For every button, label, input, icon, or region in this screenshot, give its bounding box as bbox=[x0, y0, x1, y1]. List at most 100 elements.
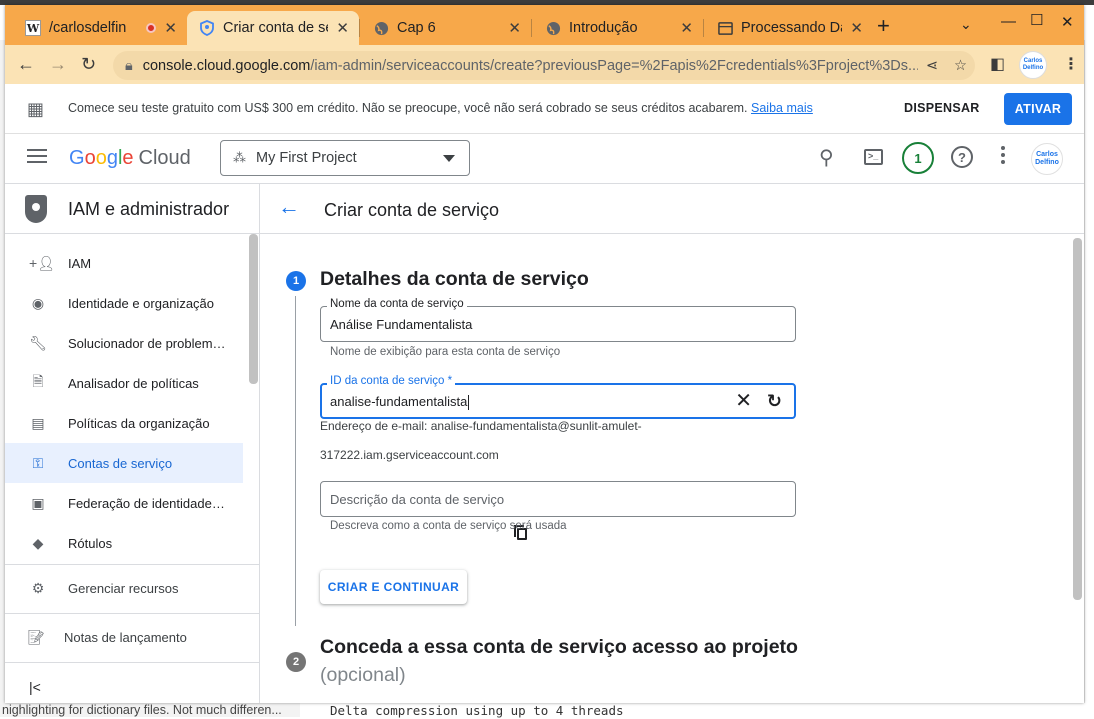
address-host: console.cloud.google.com bbox=[142, 57, 311, 74]
share-icon[interactable]: ⋖ bbox=[926, 58, 938, 74]
activate-button[interactable]: ATIVAR bbox=[1004, 93, 1072, 125]
service-account-name-field[interactable]: Nome da conta de serviço Análise Fundame… bbox=[320, 298, 796, 342]
sidebar-item-iam[interactable]: +👤︎ IAM bbox=[5, 243, 243, 283]
federation-icon: ▣ bbox=[31, 494, 45, 511]
recording-dot-icon bbox=[146, 23, 157, 33]
window-close-icon[interactable]: ✕ bbox=[1061, 13, 1074, 31]
side-panel-icon[interactable]: ◧ bbox=[990, 54, 1005, 74]
main-content: ← Criar conta de serviço 1 Detalhes da c… bbox=[260, 183, 1084, 703]
main-header: ← Criar conta de serviço bbox=[260, 184, 1084, 234]
tab-introducao[interactable]: Introdução ✕ bbox=[533, 11, 703, 45]
hamburger-menu-icon[interactable] bbox=[27, 149, 47, 163]
sidebar-title: IAM e administrador bbox=[68, 199, 230, 219]
tab-processando[interactable]: Processando Da ✕ bbox=[705, 11, 873, 45]
dismiss-button[interactable]: DISPENSAR bbox=[904, 101, 980, 115]
trial-message: Comece seu teste gratuito com US$ 300 em… bbox=[68, 101, 813, 115]
sidebar-scrollbar[interactable] bbox=[249, 234, 258, 384]
sidebar-item-manage-resources[interactable]: ⚙ Gerenciar recursos bbox=[5, 568, 243, 608]
account-circle-icon: ◉ bbox=[31, 294, 45, 311]
new-tab-icon[interactable]: + bbox=[877, 15, 890, 37]
chevron-down-icon[interactable]: ⌄ bbox=[960, 16, 972, 33]
trial-message-text: Comece seu teste gratuito com US$ 300 em… bbox=[68, 101, 748, 115]
background-terminal-text: Delta compression using up to 4 threads bbox=[330, 703, 624, 718]
sidebar-item-service-accounts[interactable]: ⚿ Contas de serviço bbox=[5, 443, 243, 483]
wikipedia-icon: W bbox=[25, 20, 41, 36]
main-scrollbar[interactable] bbox=[1073, 238, 1082, 600]
background-editor-left-text: nighlighting for dictionary files. Not m… bbox=[0, 703, 300, 717]
learn-more-link[interactable]: Saiba mais bbox=[751, 101, 813, 115]
sidebar-item-label: Federação de identidade … bbox=[68, 495, 228, 511]
tab-carlosdelfin[interactable]: W /carlosdelfin ✕ bbox=[13, 11, 187, 45]
bookmark-star-icon[interactable]: ☆ bbox=[954, 58, 967, 74]
sidebar-divider bbox=[5, 613, 259, 614]
sidebar-item-release-notes[interactable]: 📝︎ Notas de lançamento bbox=[5, 617, 243, 657]
profile-avatar[interactable]: Carlos Delfino bbox=[1019, 51, 1047, 79]
close-icon[interactable]: ✕ bbox=[850, 19, 863, 37]
search-icon[interactable]: ⚲ bbox=[819, 145, 834, 170]
tab-cap6[interactable]: Cap 6 ✕ bbox=[361, 11, 531, 45]
google-cloud-logo[interactable]: Google Cloud bbox=[69, 147, 191, 170]
menu-kebab-icon[interactable]: ⋮ bbox=[1063, 54, 1079, 74]
minimize-icon[interactable]: — bbox=[1001, 13, 1016, 30]
email-address-line1: Endereço de e-mail: analise-fundamentali… bbox=[320, 419, 642, 433]
logo-google: Google bbox=[69, 147, 134, 169]
sidebar-item-org-policies[interactable]: ▤ Políticas da organização bbox=[5, 403, 243, 443]
close-icon[interactable]: ✕ bbox=[508, 19, 521, 37]
email-address-line2: 317222.iam.gserviceaccount.com bbox=[320, 448, 499, 462]
sidebar-item-label: Políticas da organização bbox=[68, 415, 210, 431]
more-options-icon[interactable] bbox=[1001, 146, 1005, 167]
reload-icon[interactable]: ↻ bbox=[81, 54, 96, 74]
back-arrow-icon[interactable]: ← bbox=[278, 196, 300, 218]
sidebar-item-labels[interactable]: ◆ Rótulos bbox=[5, 523, 243, 563]
step-2-number: 2 bbox=[286, 652, 306, 672]
sidebar-item-label: Notas de lançamento bbox=[64, 629, 187, 645]
tab-separator bbox=[703, 19, 704, 37]
step-2-subtitle: (opcional) bbox=[320, 664, 406, 686]
trial-banner: ▦ Comece seu teste gratuito com US$ 300 … bbox=[5, 84, 1084, 134]
person-add-icon: +👤︎ bbox=[29, 254, 55, 271]
sidebar-item-troubleshooter[interactable]: 🔧︎ Solucionador de problem… bbox=[5, 323, 243, 363]
lock-icon: 🔒︎ bbox=[125, 57, 133, 74]
close-icon[interactable]: ✕ bbox=[680, 19, 693, 37]
tab-separator bbox=[531, 19, 532, 37]
forward-arrow-icon[interactable]: → bbox=[49, 54, 67, 74]
gift-icon: ▦ bbox=[27, 99, 45, 119]
project-name: My First Project bbox=[256, 150, 357, 166]
close-icon[interactable]: ✕ bbox=[336, 19, 349, 37]
create-and-continue-button[interactable]: CRIAR E CONTINUAR bbox=[320, 570, 467, 604]
cloud-shell-icon[interactable]: >_ bbox=[864, 149, 883, 165]
notifications-badge[interactable]: 1 bbox=[902, 142, 934, 174]
service-account-description-field[interactable]: Descrição da conta de serviço bbox=[320, 481, 796, 517]
project-selector[interactable]: ⁂ My First Project bbox=[220, 140, 470, 176]
refresh-icon[interactable]: ↻ bbox=[767, 391, 782, 411]
sidebar-item-label: Solucionador de problem… bbox=[68, 335, 226, 351]
service-account-id-field[interactable]: ID da conta de serviço * analise-fundame… bbox=[320, 375, 796, 419]
sidebar-item-policy-analyzer[interactable]: 🗎︎ Analisador de políticas bbox=[5, 363, 243, 403]
account-avatar[interactable]: Carlos Delfino bbox=[1031, 143, 1063, 175]
sidebar-item-identity[interactable]: ◉ Identidade e organização bbox=[5, 283, 243, 323]
step-connector-line bbox=[295, 296, 296, 626]
sidebar-divider bbox=[5, 662, 259, 663]
browser-window: W /carlosdelfin ✕ Criar conta de se ✕ Ca… bbox=[5, 5, 1084, 703]
console-page: ▦ Comece seu teste gratuito com US$ 300 … bbox=[5, 84, 1084, 703]
help-icon[interactable]: ? bbox=[951, 146, 973, 168]
sidebar-item-federation[interactable]: ▣ Federação de identidade … bbox=[5, 483, 243, 523]
background-editor-bottom: nighlighting for dictionary files. Not m… bbox=[0, 703, 1094, 719]
description-hint: Descreva como a conta de serviço será us… bbox=[330, 520, 567, 532]
document-icon: ▤ bbox=[31, 414, 45, 431]
page-title: Criar conta de serviço bbox=[324, 200, 500, 220]
tab-criar-conta[interactable]: Criar conta de se ✕ bbox=[187, 11, 359, 45]
field-value: analise-fundamentalista bbox=[330, 394, 468, 409]
close-icon[interactable]: ✕ bbox=[164, 19, 177, 37]
tab-title: Processando Da bbox=[741, 20, 843, 36]
tab-strip: W /carlosdelfin ✕ Criar conta de se ✕ Ca… bbox=[5, 5, 1084, 45]
sidebar-item-label: Contas de serviço bbox=[68, 455, 173, 471]
browser-toolbar: ← → ↻ 🔒︎ console.cloud.google.com /iam-a… bbox=[5, 45, 1084, 84]
collapse-sidebar-icon[interactable]: |< bbox=[29, 679, 41, 695]
back-arrow-icon[interactable]: ← bbox=[17, 54, 35, 74]
field-label: ID da conta de serviço * bbox=[327, 375, 456, 387]
address-bar[interactable]: 🔒︎ console.cloud.google.com /iam-admin/s… bbox=[113, 51, 975, 80]
maximize-icon[interactable]: ☐ bbox=[1030, 11, 1043, 29]
tab-title: Introdução bbox=[569, 20, 638, 36]
clear-icon[interactable]: ✕ bbox=[735, 391, 752, 411]
